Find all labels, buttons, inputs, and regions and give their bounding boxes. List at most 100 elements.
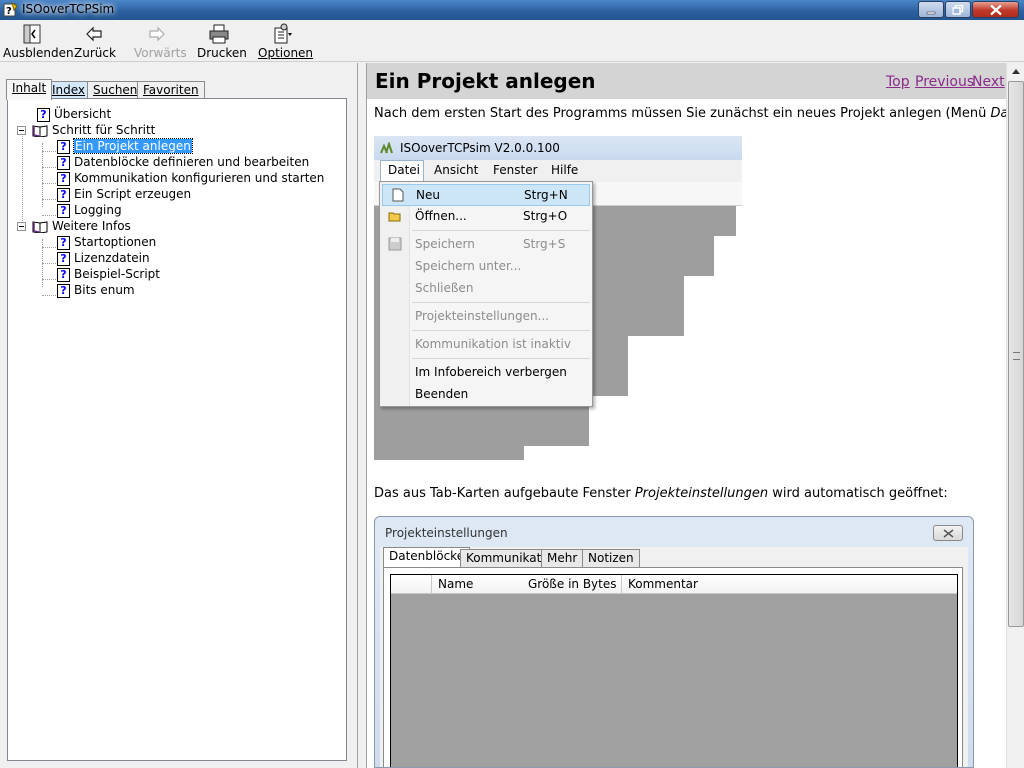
previous-link[interactable]: Previous bbox=[915, 74, 974, 90]
tree-item-example-script[interactable]: ? Beispiel-Script bbox=[57, 266, 160, 282]
toolbar: Ausblenden Zurück Vorwärts Drucken Optio… bbox=[0, 20, 1024, 62]
printer-icon bbox=[209, 24, 229, 44]
grid-header: Name Größe in Bytes Kommentar bbox=[391, 575, 957, 594]
close-icon bbox=[943, 529, 954, 538]
open-book-icon bbox=[32, 125, 48, 137]
screenshot-window-title: ISOoverTCPsim V2.0.0.100 bbox=[400, 141, 560, 155]
menu-item-exit: Beenden bbox=[415, 387, 469, 401]
tree-item-bits-enum[interactable]: ? Bits enum bbox=[57, 282, 135, 298]
collapse-icon[interactable] bbox=[17, 126, 26, 135]
help-topic-icon: ? bbox=[57, 171, 70, 186]
column-comment: Kommentar bbox=[628, 577, 698, 591]
help-topic-icon: ? bbox=[57, 235, 70, 250]
close-icon bbox=[989, 4, 1002, 15]
restore-icon bbox=[952, 4, 964, 15]
tree-item-step-by-step[interactable]: Schritt für Schritt bbox=[17, 122, 155, 138]
tree-item-create-project[interactable]: ? Ein Projekt anlegen bbox=[57, 138, 193, 154]
menu-item-save-as: Speichern unter... bbox=[415, 259, 522, 273]
column-size: Größe in Bytes bbox=[528, 577, 617, 591]
menu-item-communication: Kommunikation ist inaktiv bbox=[415, 337, 571, 351]
menu-hilfe: Hilfe bbox=[551, 163, 579, 177]
collapse-icon[interactable] bbox=[17, 222, 26, 231]
options-label: Optionen bbox=[258, 46, 314, 60]
title-bar: ? ISOoverTCPSim bbox=[0, 0, 1024, 20]
window-title: ISOoverTCPSim bbox=[22, 2, 115, 16]
top-link[interactable]: Top bbox=[886, 74, 910, 90]
scroll-up-arrow-icon bbox=[1012, 69, 1020, 74]
open-folder-icon bbox=[388, 212, 401, 222]
minimize-icon bbox=[926, 11, 936, 14]
new-file-icon bbox=[392, 188, 404, 202]
app-logo-icon bbox=[380, 142, 393, 154]
scroll-thumb[interactable] bbox=[1008, 81, 1024, 627]
forward-arrow-icon bbox=[149, 26, 165, 42]
dialog-tab-notes: Notizen bbox=[582, 549, 640, 567]
next-link[interactable]: Next bbox=[972, 74, 1005, 90]
forward-label: Vorwärts bbox=[134, 46, 187, 60]
close-button[interactable] bbox=[972, 1, 1019, 18]
menu-item-close: Schließen bbox=[415, 281, 474, 295]
tab-favorites[interactable]: Favoriten bbox=[137, 81, 205, 99]
navigation-pane: Inhalt Index Suchen Favoriten ? Übersicht… bbox=[0, 63, 358, 768]
options-button[interactable]: Optionen bbox=[258, 23, 314, 61]
scroll-up-button[interactable] bbox=[1008, 63, 1024, 80]
tree-item-communication[interactable]: ? Kommunikation konfigurieren und starten bbox=[57, 170, 324, 186]
content-scrollbar[interactable] bbox=[1006, 63, 1024, 768]
file-dropdown-menu: Neu Strg+N Öffnen... Strg+O Speichern Strg+… bbox=[379, 181, 593, 407]
intro-paragraph: Nach dem ersten Start des Programms müss… bbox=[374, 106, 1006, 121]
dialog-tab-more: Mehr bbox=[541, 549, 584, 567]
topic-header: Ein Projekt anlegen Top Previous Next bbox=[367, 63, 1006, 99]
menu-ansicht: Ansicht bbox=[434, 163, 479, 177]
datablocks-grid: Name Größe in Bytes Kommentar bbox=[390, 574, 958, 767]
hide-pane-icon bbox=[23, 24, 41, 44]
print-label: Drucken bbox=[197, 46, 247, 60]
help-topic-icon: ? bbox=[57, 203, 70, 218]
help-topic-icon: ? bbox=[57, 251, 70, 266]
save-disk-icon bbox=[388, 237, 402, 251]
menu-item-settings: Projekteinstellungen... bbox=[415, 309, 549, 323]
contents-tree: ? Übersicht Schritt für Schritt ? Ein Proj… bbox=[7, 98, 347, 761]
column-name: Name bbox=[438, 577, 474, 591]
restore-button[interactable] bbox=[945, 1, 971, 18]
minimize-button[interactable] bbox=[918, 1, 944, 18]
screenshot-title-bar: ISOoverTCPsim V2.0.0.100 bbox=[374, 136, 742, 160]
options-icon bbox=[274, 23, 292, 44]
back-button[interactable]: Zurück bbox=[74, 23, 116, 61]
help-topic-icon: ? bbox=[57, 267, 70, 282]
screenshot-menubar: Datei Ansicht Fenster Hilfe bbox=[374, 160, 742, 182]
tree-item-logging[interactable]: ? Logging bbox=[57, 202, 122, 218]
menu-fenster: Fenster bbox=[493, 163, 538, 177]
help-topic-icon: ? bbox=[57, 139, 70, 154]
tab-contents[interactable]: Inhalt bbox=[6, 79, 53, 100]
menu-item-save: Speichern Strg+S bbox=[380, 234, 592, 256]
back-label: Zurück bbox=[74, 46, 116, 60]
tree-item-more-info[interactable]: Weitere Infos bbox=[17, 218, 131, 234]
settings-dialog-screenshot: Projekteinstellungen Datenblöcke Kommuni… bbox=[374, 516, 974, 768]
menu-screenshot: ISOoverTCPsim V2.0.0.100 Datei Ansicht F… bbox=[374, 136, 742, 462]
help-topic-icon: ? bbox=[37, 107, 50, 122]
menu-item-new: Neu Strg+N bbox=[382, 184, 590, 206]
help-topic-icon: ? bbox=[57, 155, 70, 170]
tab-search[interactable]: Suchen bbox=[87, 81, 144, 99]
tree-item-overview[interactable]: ? Übersicht bbox=[37, 106, 111, 122]
page-title: Ein Projekt anlegen bbox=[375, 69, 596, 93]
back-arrow-icon bbox=[86, 26, 102, 42]
svg-text:?: ? bbox=[6, 6, 12, 17]
print-button[interactable]: Drucken bbox=[197, 23, 247, 61]
hide-button[interactable]: Ausblenden bbox=[3, 23, 74, 61]
settings-paragraph: Das aus Tab-Karten aufgebaute Fenster Pr… bbox=[374, 486, 948, 501]
dialog-tab-datablocks: Datenblöcke bbox=[383, 547, 471, 568]
tree-item-script[interactable]: ? Ein Script erzeugen bbox=[57, 186, 191, 202]
tab-index[interactable]: Index bbox=[46, 81, 92, 99]
tree-item-startoptions[interactable]: ? Startoptionen bbox=[57, 234, 156, 250]
menu-item-open: Öffnen... Strg+O bbox=[380, 206, 592, 228]
forward-button[interactable]: Vorwärts bbox=[134, 23, 187, 61]
menu-datei: Datei bbox=[388, 163, 421, 177]
tree-item-datablocks[interactable]: ? Datenblöcke definieren und bearbeiten bbox=[57, 154, 309, 170]
dialog-close-button bbox=[933, 525, 963, 541]
menu-item-hide-tray: Im Infobereich verbergen bbox=[415, 365, 567, 379]
content-pane: Ein Projekt anlegen Top Previous Next Na… bbox=[366, 63, 1006, 768]
dialog-title: Projekteinstellungen bbox=[385, 526, 508, 540]
tree-item-license[interactable]: ? Lizenzdatein bbox=[57, 250, 150, 266]
help-topic-icon: ? bbox=[57, 283, 70, 298]
